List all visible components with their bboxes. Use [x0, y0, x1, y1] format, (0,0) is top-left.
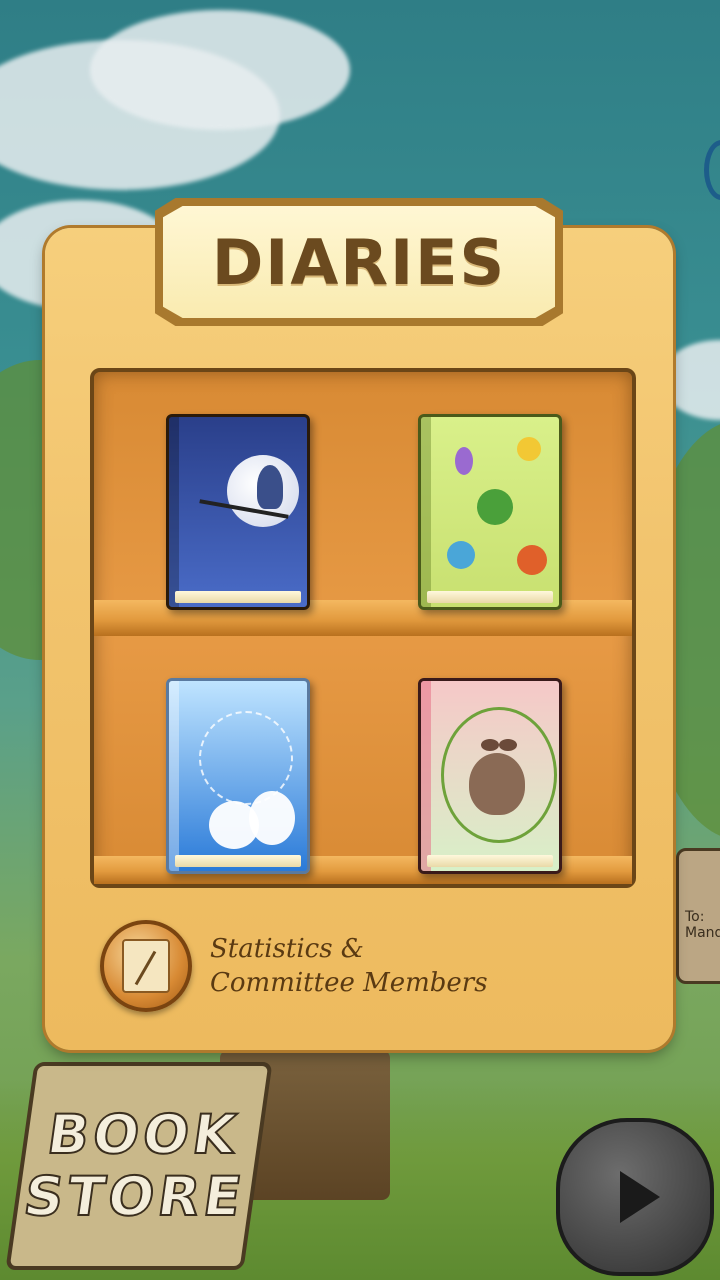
statistics-label-line1: Statistics &	[210, 934, 364, 964]
sign-line1: BOOK	[43, 1102, 245, 1167]
creature-icon	[249, 791, 295, 845]
snowflake-icon	[199, 711, 293, 805]
book-spine	[421, 681, 431, 871]
play-icon	[620, 1171, 660, 1223]
title-plate-inner: DIARIES	[163, 206, 555, 318]
bookshelf	[90, 368, 636, 888]
statistics-label: Statistics & Committee Members	[210, 932, 488, 1000]
book-spine	[169, 681, 179, 871]
scroll-icon	[122, 939, 170, 993]
book-spine	[169, 417, 179, 607]
cloud	[90, 10, 350, 130]
book-pages	[175, 591, 301, 603]
play-button[interactable]	[556, 1118, 714, 1276]
book-pages	[427, 855, 553, 867]
book-spine	[421, 417, 431, 607]
book-pages	[175, 855, 301, 867]
mailbox[interactable]: To: Mand	[676, 848, 720, 984]
diary-book-moon-cat[interactable]	[166, 414, 310, 610]
cat-silhouette-icon	[257, 465, 283, 509]
page-title: DIARIES	[211, 225, 507, 299]
diary-book-snow[interactable]	[166, 678, 310, 874]
statistics-committee-button[interactable]: Statistics & Committee Members	[100, 918, 540, 1014]
flower-icon	[517, 437, 541, 461]
diary-book-sprout[interactable]	[418, 678, 562, 874]
leaf-icon	[499, 739, 517, 751]
leaf-icon	[477, 489, 513, 525]
leaf-icon	[481, 739, 499, 751]
flower-icon	[455, 447, 473, 475]
title-plate: DIARIES	[155, 198, 563, 326]
scroll-quill-icon	[100, 920, 192, 1012]
book-pages	[427, 591, 553, 603]
flower-icon	[447, 541, 475, 569]
sprout-creature-icon	[469, 753, 525, 815]
sign-line2: STORE	[19, 1164, 250, 1229]
diary-book-flowers[interactable]	[418, 414, 562, 610]
mailbox-label: To: Mand	[685, 909, 720, 941]
book-store-sign[interactable]: BOOK STORE	[5, 1062, 273, 1270]
flower-icon	[517, 545, 547, 575]
statistics-label-line2: Committee Members	[210, 968, 488, 998]
